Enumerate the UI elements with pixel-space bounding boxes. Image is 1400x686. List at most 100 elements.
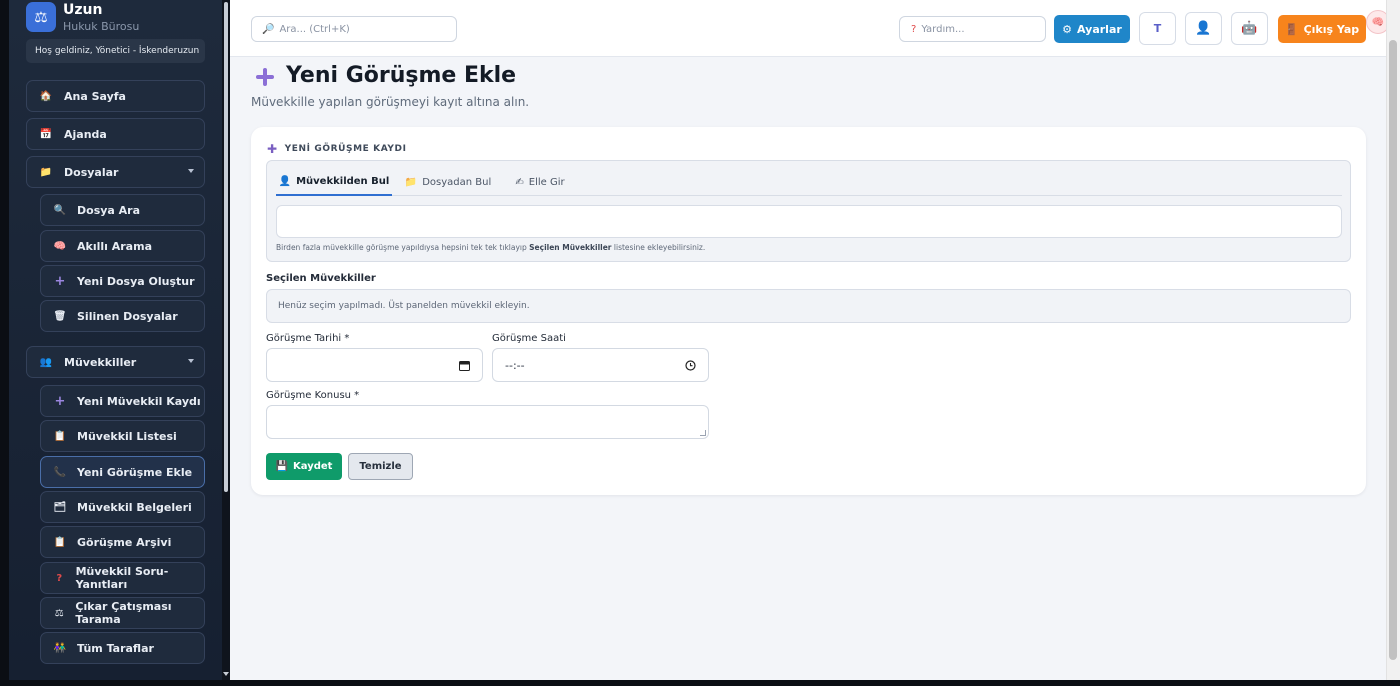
scroll-down-icon[interactable]	[223, 672, 229, 676]
sidebar-item-ajanda[interactable]: 📅 Ajanda	[26, 118, 205, 150]
phone-icon: 📞	[53, 466, 67, 478]
page-title: Yeni Görüşme Ekle	[286, 63, 517, 88]
settings-label: Ayarlar	[1077, 22, 1122, 36]
tab-elle-gir[interactable]: ✍ Elle Gir	[504, 169, 576, 196]
picker-tabs: 👤 Müvekkilden Bul 📁 Dosyadan Bul ✍ Elle …	[276, 169, 1342, 196]
save-button[interactable]: 💾 Kaydet	[266, 453, 342, 480]
logout-button[interactable]: 🚪 Çıkış Yap	[1278, 15, 1366, 43]
people-icon: 👥	[39, 356, 53, 368]
tab-label: Elle Gir	[528, 177, 565, 188]
magnifier-icon: 🔍	[53, 204, 67, 216]
clear-label: Temizle	[359, 461, 402, 472]
plus-icon	[256, 68, 274, 86]
settings-button[interactable]: ⚙ Ayarlar	[1054, 15, 1130, 43]
teams-icon: T	[1153, 22, 1162, 35]
handshake-icon: 👫	[53, 642, 67, 654]
brand-name: Uzun	[63, 2, 103, 18]
sidebar-item-label: Yeni Müvekkil Kaydı	[77, 394, 201, 408]
sidebar-item-label: Ana Sayfa	[64, 89, 126, 103]
plus-icon: +	[54, 393, 66, 409]
floppy-icon: 💾	[275, 461, 288, 472]
gear-icon: ⚙	[1062, 22, 1073, 36]
tab-dosyadan-bul[interactable]: 📁 Dosyadan Bul	[398, 169, 498, 196]
assistant-button[interactable]: 🤖	[1231, 12, 1268, 45]
profile-button[interactable]: 👤	[1185, 12, 1222, 45]
bottom-edge	[0, 680, 1400, 686]
sidebar-item-akilli-arama[interactable]: 🧠 Akıllı Arama	[40, 230, 205, 262]
sidebar-item-label: Görüşme Arşivi	[77, 535, 172, 549]
sidebar-item-ana-sayfa[interactable]: 🏠 Ana Sayfa	[26, 80, 205, 112]
plus-icon: +	[54, 273, 66, 289]
resize-handle-icon[interactable]	[700, 430, 706, 436]
sidebar-item-muvekkil-listesi[interactable]: 📋 Müvekkil Listesi	[40, 420, 205, 452]
sidebar-item-gorusme-arsivi[interactable]: 📋 Görüşme Arşivi	[40, 526, 205, 558]
sidebar-item-dosya-ara[interactable]: 🔍 Dosya Ara	[40, 194, 205, 226]
sidebar-item-label: Müvekkil Belgeleri	[77, 500, 192, 514]
sidebar-item-label: Dosyalar	[64, 165, 119, 179]
sidebar-item-soru-yanitlari[interactable]: ? Müvekkil Soru-Yanıtları	[40, 562, 205, 594]
sidebar-item-yeni-muvekkil[interactable]: + Yeni Müvekkil Kaydı	[40, 385, 205, 417]
plus-icon: ✚	[267, 142, 278, 156]
brand-subtitle: Hukuk Bürosu	[63, 20, 140, 33]
sidebar-item-muvekkil-belgeleri[interactable]: 🗂 Müvekkil Belgeleri	[40, 491, 205, 523]
date-label: Görüşme Tarihi *	[266, 333, 350, 344]
help-placeholder: Yardım...	[921, 23, 965, 35]
page-scrollbar-thumb[interactable]	[1389, 40, 1397, 660]
document-box-icon: 🗂	[53, 501, 67, 513]
writing-hand-icon: ✍	[515, 177, 524, 188]
time-field[interactable]: --:--	[492, 348, 709, 382]
folder-icon: 📁	[404, 177, 418, 188]
sidebar-item-muvekkiller[interactable]: 👥 Müvekkiller	[26, 346, 205, 378]
caret-down-icon	[188, 359, 194, 363]
sidebar-item-silinen-dosyalar[interactable]: 🗑 Silinen Dosyalar	[40, 300, 205, 332]
scales-icon: ⚖	[26, 2, 56, 32]
topic-textarea[interactable]	[266, 405, 709, 439]
sidebar-item-label: Akıllı Arama	[77, 239, 152, 253]
trash-icon: 🗑	[53, 310, 67, 322]
topic-label: Görüşme Konusu *	[266, 390, 360, 401]
time-value: --:--	[505, 358, 525, 372]
sidebar-item-dosyalar[interactable]: 📁 Dosyalar	[26, 156, 205, 188]
form-card: ✚ YENİ GÖRÜŞME KAYDI 👤 Müvekkilden Bul 📁…	[251, 127, 1366, 495]
sidebar-item-cikar-catismasi[interactable]: ⚖ Çıkar Çatışması Tarama	[40, 597, 205, 629]
caret-down-icon	[188, 169, 194, 173]
user-icon: 👤	[278, 176, 292, 187]
hint-prefix: Birden fazla müvekkille görüşme yapıldıy…	[276, 243, 527, 252]
calendar-icon: 📅	[39, 128, 53, 140]
question-icon: ?	[911, 23, 917, 35]
clock-icon[interactable]	[685, 360, 696, 371]
sidebar-scrollbar-thumb[interactable]	[224, 2, 228, 492]
sidebar-item-yeni-dosya[interactable]: + Yeni Dosya Oluştur	[40, 265, 205, 297]
brain-icon: 🧠	[53, 240, 67, 252]
search-icon: 🔎	[262, 23, 275, 35]
client-picker-panel: 👤 Müvekkilden Bul 📁 Dosyadan Bul ✍ Elle …	[266, 160, 1351, 262]
date-field[interactable]	[266, 348, 483, 382]
selected-clients-box: Henüz seçim yapılmadı. Üst panelden müve…	[266, 289, 1351, 323]
tab-label: Müvekkilden Bul	[296, 176, 390, 187]
search-input[interactable]: 🔎 Ara... (Ctrl+K)	[251, 16, 457, 42]
hint-bold: Seçilen Müvekkiller	[529, 243, 612, 252]
sidebar-item-label: Müvekkil Soru-Yanıtları	[75, 565, 169, 591]
sidebar-item-yeni-gorusme[interactable]: 📞 Yeni Görüşme Ekle	[40, 456, 205, 488]
user-icon: 👤	[1195, 21, 1212, 36]
help-search-input[interactable]: ? Yardım...	[899, 16, 1046, 42]
topbar: 🔎 Ara... (Ctrl+K) ? Yardım... ⚙ Ayarlar …	[230, 0, 1390, 57]
sidebar-item-label: Çıkar Çatışması Tarama	[75, 600, 172, 626]
sidebar: ⚖ Uzun Hukuk Bürosu Hoş geldiniz, Yöneti…	[9, 0, 222, 680]
picker-hint: Birden fazla müvekkille görüşme yapıldıy…	[276, 243, 705, 252]
teams-button[interactable]: T	[1139, 12, 1176, 45]
sidebar-item-label: Müvekkil Listesi	[77, 429, 177, 443]
calendar-icon[interactable]	[459, 360, 470, 371]
search-placeholder: Ara... (Ctrl+K)	[279, 23, 350, 35]
main-content: 🔎 Ara... (Ctrl+K) ? Yardım... ⚙ Ayarlar …	[230, 0, 1390, 680]
sidebar-item-label: Dosya Ara	[77, 203, 141, 217]
client-search-input[interactable]	[276, 205, 1342, 238]
page-subtitle: Müvekkille yapılan görüşmeyi kayıt altın…	[251, 95, 530, 109]
sidebar-item-label: Yeni Dosya Oluştur	[77, 274, 195, 288]
sidebar-item-label: Silinen Dosyalar	[77, 309, 178, 323]
clear-button[interactable]: Temizle	[348, 453, 413, 480]
brain-icon: 🧠	[1371, 16, 1385, 28]
tab-muvekkilden-bul[interactable]: 👤 Müvekkilden Bul	[276, 169, 392, 196]
sidebar-item-label: Yeni Görüşme Ekle	[77, 465, 193, 479]
sidebar-item-tum-taraflar[interactable]: 👫 Tüm Taraflar	[40, 632, 205, 664]
